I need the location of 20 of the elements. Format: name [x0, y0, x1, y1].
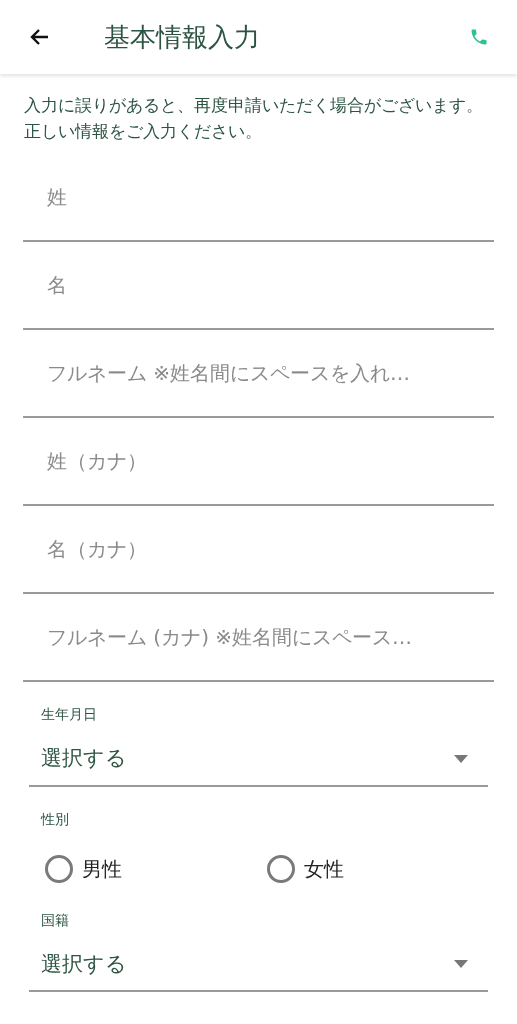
- radio-option[interactable]: 男性: [45, 853, 267, 884]
- dropdown-icon: [454, 754, 468, 763]
- text-field[interactable]: 姓: [23, 154, 494, 242]
- radio-option[interactable]: 女性: [266, 853, 488, 884]
- radio-button[interactable]: [266, 854, 295, 883]
- field-label: 生年月日: [40, 705, 98, 724]
- text-field[interactable]: 名: [23, 242, 494, 330]
- phone-icon: [469, 27, 489, 47]
- text-field[interactable]: フルネーム ※姓名間にスペースを入れ…: [23, 330, 494, 418]
- select-field[interactable]: 選択する: [29, 743, 488, 787]
- page-title: 基本情報入力: [104, 20, 261, 54]
- notice-text: 入力に誤りがあると、再度申請いただく場合がございます。正しい情報をご入力ください。: [23, 94, 484, 143]
- field-label: 国籍: [40, 910, 70, 930]
- dropdown-icon: [454, 960, 468, 969]
- select-field[interactable]: 選択する: [29, 948, 488, 992]
- text-field[interactable]: 名（カナ）: [23, 506, 494, 594]
- radio-button[interactable]: [45, 854, 73, 883]
- text-field[interactable]: 姓（カナ）: [23, 418, 494, 506]
- text-field[interactable]: フルネーム (カナ) ※姓名間にスペース…: [23, 594, 494, 682]
- field-label: 性別: [39, 809, 70, 829]
